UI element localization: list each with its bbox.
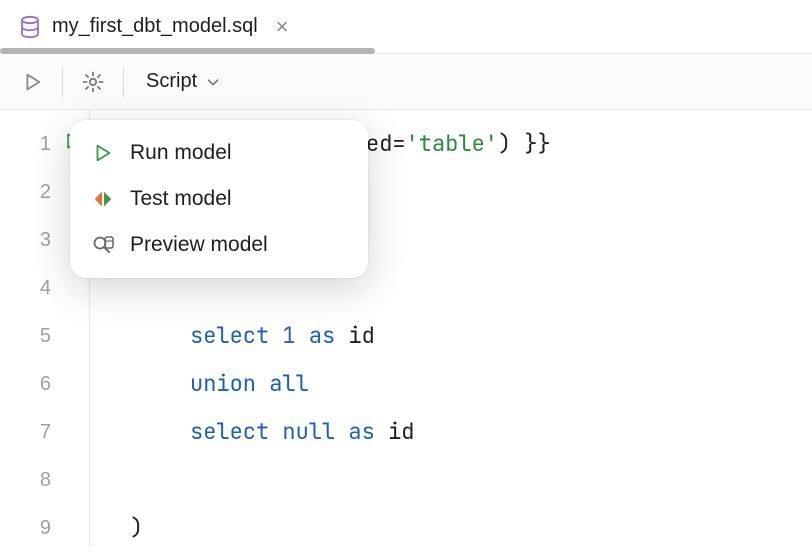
editor-toolbar: Script	[0, 54, 812, 110]
menu-item-run-model[interactable]: Run model	[70, 130, 368, 176]
toolbar-divider	[123, 67, 124, 97]
run-button[interactable]	[14, 64, 50, 100]
database-icon	[18, 15, 42, 39]
code-line: )	[90, 504, 812, 552]
editor-tab[interactable]: my_first_dbt_model.sql ×	[0, 0, 307, 53]
gutter-line[interactable]: 6	[0, 360, 89, 408]
menu-item-label: Test model	[130, 187, 232, 211]
chevron-down-icon	[205, 74, 221, 90]
tab-bar: my_first_dbt_model.sql ×	[0, 0, 812, 54]
menu-item-label: Run model	[130, 141, 232, 165]
code-line: select null as id	[90, 408, 812, 456]
preview-icon	[90, 232, 116, 258]
code-line: union all	[90, 360, 812, 408]
gutter-popup-menu: Run model Test model Preview model	[70, 120, 368, 278]
play-icon	[21, 71, 43, 93]
gutter-line[interactable]: 7	[0, 408, 89, 456]
play-icon	[90, 140, 116, 166]
gutter-line[interactable]: 9	[0, 504, 89, 552]
gutter-line[interactable]: 5	[0, 312, 89, 360]
code-line: select 1 as id	[90, 312, 812, 360]
menu-item-label: Preview model	[130, 233, 268, 257]
menu-item-test-model[interactable]: Test model	[70, 176, 368, 222]
code-line	[90, 456, 812, 504]
menu-item-preview-model[interactable]: Preview model	[70, 222, 368, 268]
script-label: Script	[146, 70, 197, 93]
tab-filename: my_first_dbt_model.sql	[52, 15, 258, 38]
toolbar-divider	[62, 67, 63, 97]
gear-icon	[81, 70, 105, 94]
close-icon[interactable]: ×	[276, 16, 289, 38]
gutter-line[interactable]: 8	[0, 456, 89, 504]
script-dropdown[interactable]: Script	[136, 70, 231, 93]
tab-underline-progress	[0, 48, 375, 54]
test-icon	[90, 186, 116, 212]
editor-area: 1 2 3 4 5 6 7 8 9 ialized='table') }} a …	[0, 110, 812, 548]
settings-button[interactable]	[75, 64, 111, 100]
